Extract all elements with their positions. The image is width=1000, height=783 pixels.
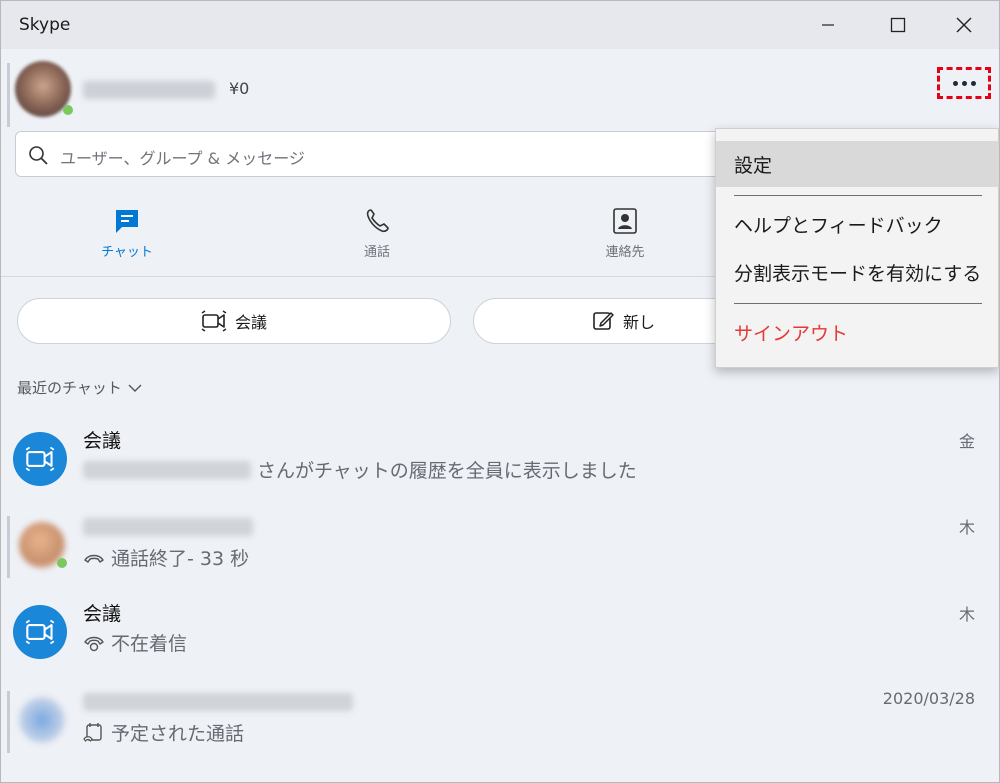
avatar-bar [7,691,10,753]
close-icon [956,17,972,33]
menu-item-split-view[interactable]: 分割表示モードを有効にする [716,251,999,293]
compose-icon [593,312,614,330]
chat-preview-text: さんがチャットの履歴を全員に表示しました [257,460,637,482]
avatar[interactable] [7,57,73,127]
chat-title-redacted [83,518,253,541]
tab-contacts[interactable]: 連絡先 [565,207,685,267]
redacted-name [83,693,353,711]
recent-chats-label: 最近のチャット [17,379,122,397]
hangup-icon [84,554,104,563]
skype-window: Skype ¥0 ユーザー、グループ & メッセージ チャット 通話 連絡先 会… [0,0,1000,783]
avatar-bar [7,63,10,127]
video-meeting-icon [201,310,227,332]
tab-contacts-label: 連絡先 [605,245,645,260]
chat-title: 会議 [83,603,122,625]
online-status-badge [57,558,67,568]
chat-preview-text: 通話終了- 33 秒 [111,548,250,570]
chat-time: 木 [958,605,975,624]
more-dot-icon [961,80,967,86]
tab-calls-label: 通話 [363,245,390,260]
recent-chats-filter[interactable]: 最近のチャット [17,377,142,398]
menu-item-settings[interactable]: 設定 [716,141,999,187]
tab-chat[interactable]: チャット [67,207,187,267]
meeting-avatar [13,605,67,659]
more-options-button[interactable] [937,67,991,99]
search-input[interactable]: ユーザー、グループ & メッセージ [15,131,775,177]
window-title: Skype [19,15,71,35]
chat-time: 木 [958,518,975,537]
chat-preview-text: 予定された通話 [111,723,245,745]
menu-item-help-feedback[interactable]: ヘルプとフィードバック [716,203,999,245]
chat-preview: さんがチャットの履歴を全員に表示しました [83,456,637,483]
online-status-badge [63,105,73,115]
scheduled-call-icon [83,722,102,742]
contacts-icon [613,208,637,234]
phone-icon [366,209,389,233]
search-placeholder: ユーザー、グループ & メッセージ [60,149,305,168]
new-chat-label: 新し [622,313,655,332]
avatar-bar [7,516,10,578]
skype-credit[interactable]: ¥0 [229,79,249,98]
more-dot-icon [970,80,976,86]
video-meeting-icon [25,446,55,472]
meet-now-label: 会議 [234,313,267,332]
chat-preview: 不在着信 [83,629,187,656]
chevron-down-icon [128,384,142,392]
menu-item-sign-out[interactable]: サインアウト [716,311,999,353]
chat-list-item[interactable]: 予定された通話 2020/03/28 [1,687,999,773]
profile-header: ¥0 [1,49,999,129]
tab-chat-label: チャット [101,245,153,260]
menu-divider [734,303,982,304]
contact-avatar [19,697,65,743]
redacted-name [83,518,253,536]
chat-list-item[interactable]: 通話終了- 33 秒 木 [1,512,999,598]
chat-title: 会議 [83,430,122,452]
meeting-avatar [13,432,67,486]
title-bar: Skype [1,1,999,49]
chat-preview: 通話終了- 33 秒 [83,544,249,571]
maximize-icon [890,17,906,33]
chat-preview: 予定された通話 [83,719,244,746]
more-dot-icon [952,80,958,86]
chat-time: 金 [958,432,975,451]
chat-list-item[interactable]: 会議 不在着信 木 [1,599,999,685]
more-options-menu: 設定 ヘルプとフィードバック 分割表示モードを有効にする サインアウト [715,128,999,368]
tab-calls[interactable]: 通話 [317,207,437,267]
chat-title-redacted [83,693,353,716]
chat-preview-text: 不在着信 [111,633,188,655]
redacted-name [83,460,251,479]
chat-list-item[interactable]: 会議 さんがチャットの履歴を全員に表示しました 金 [1,426,999,512]
maximize-button[interactable] [863,1,933,49]
search-icon [29,146,48,165]
profile-name-redacted[interactable] [83,81,215,99]
video-meeting-icon [25,619,55,645]
minimize-icon [822,24,834,26]
chat-icon [116,210,138,233]
minimize-button[interactable] [793,1,863,49]
menu-divider [734,195,982,196]
chat-time: 2020/03/28 [882,689,975,708]
close-button[interactable] [929,1,999,49]
missed-call-icon [84,636,104,651]
meet-now-button[interactable]: 会議 [17,298,451,344]
